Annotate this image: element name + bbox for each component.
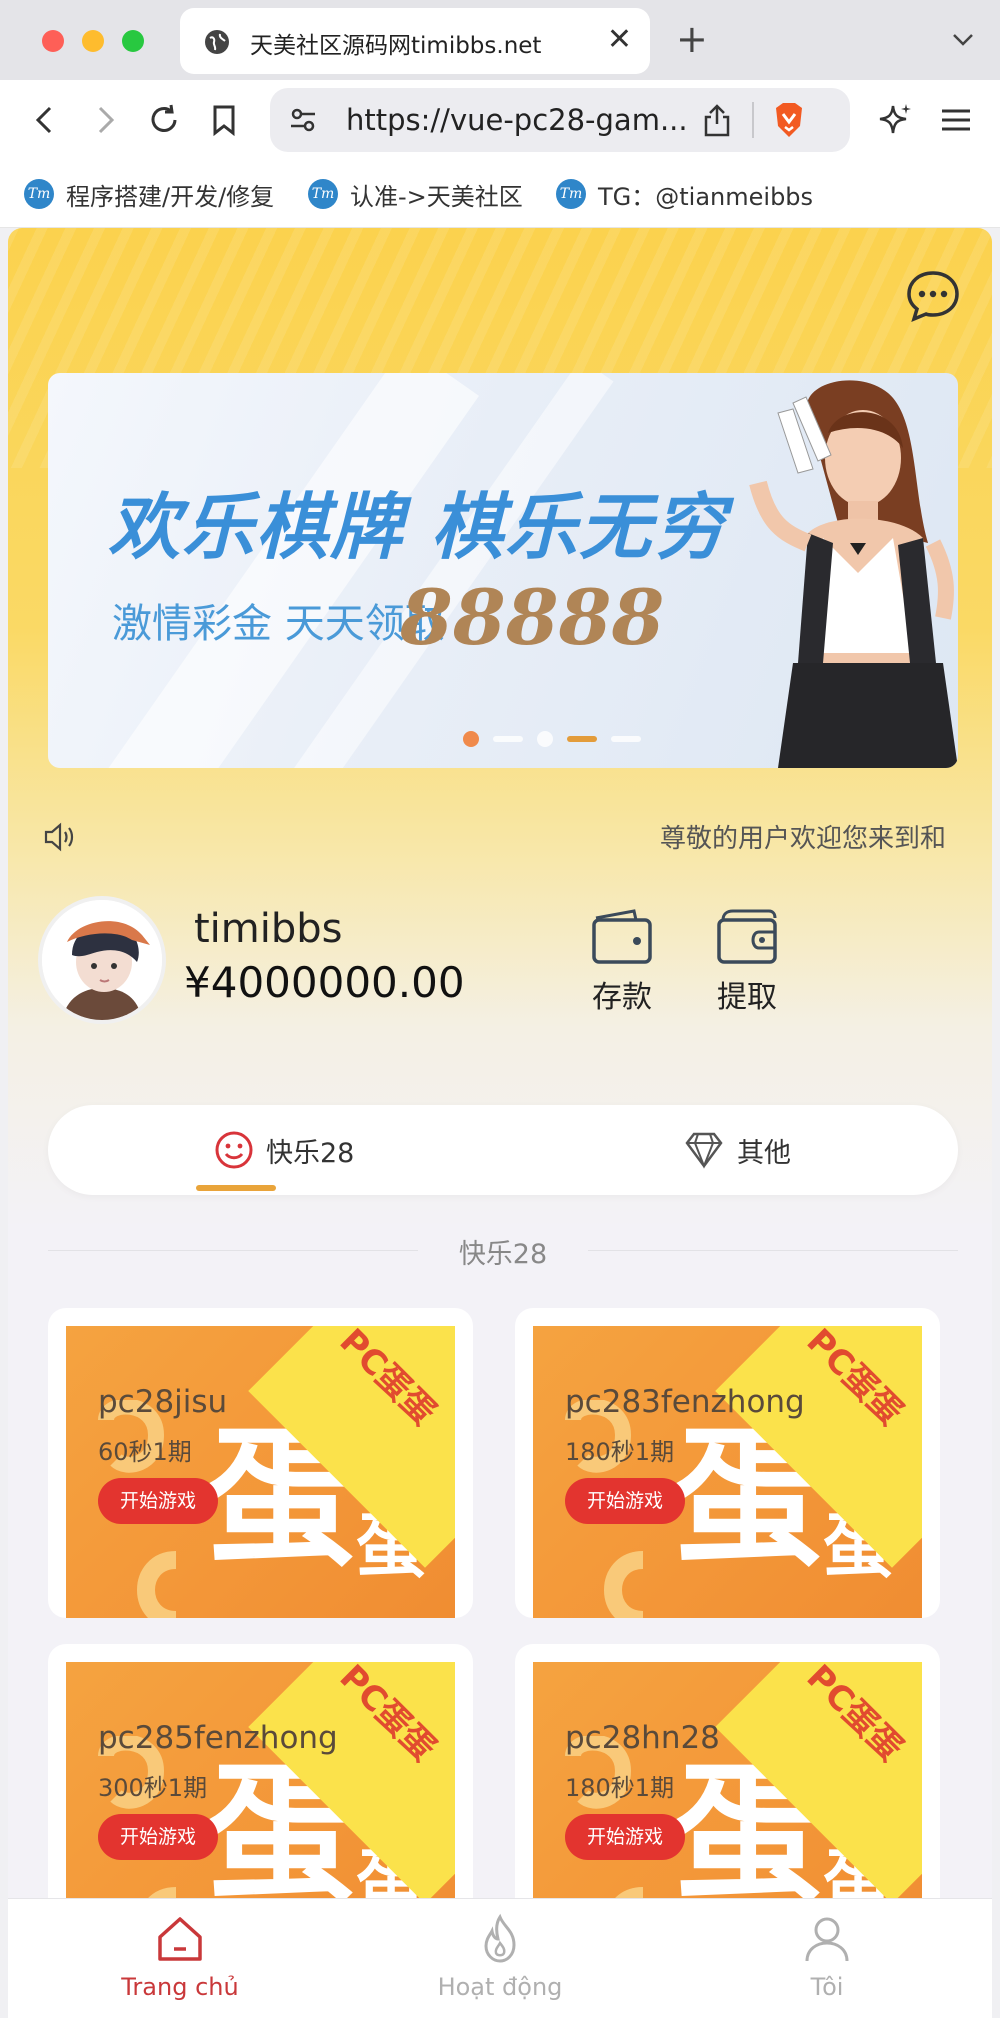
- tab-label: 快乐28: [266, 1137, 355, 1169]
- account-balance: ¥4000000.00: [184, 958, 465, 1007]
- tab-title: 天美社区源码网timibbs.net: [250, 33, 542, 59]
- carousel-dot[interactable]: [463, 731, 479, 747]
- username: timibbs: [194, 906, 343, 952]
- section-title: 快乐28: [458, 1239, 548, 1270]
- game-period: 300秒1期: [98, 1774, 208, 1802]
- browser-toolbar: https://vue-pc28-gam...: [0, 80, 1000, 160]
- avatar[interactable]: [38, 896, 166, 1024]
- game-period: 180秒1期: [565, 1438, 675, 1466]
- nav-label: Trang chủ: [121, 1973, 239, 2001]
- address-bar[interactable]: https://vue-pc28-gam...: [270, 88, 850, 152]
- active-tab-indicator: [196, 1185, 276, 1191]
- game-card[interactable]: 蛋 蛋 PC蛋蛋 pc28jisu 60秒1期 开始游戏: [48, 1308, 473, 1618]
- game-card[interactable]: 蛋 蛋 PC蛋蛋 pc283fenzhong 180秒1期 开始游戏: [515, 1308, 940, 1618]
- browser-tab-strip: 天美社区源码网timibbs.net ✕ +: [0, 0, 1000, 80]
- wallet-icon: [592, 909, 652, 964]
- site-settings-icon[interactable]: [288, 105, 318, 135]
- new-tab-icon[interactable]: +: [676, 18, 708, 60]
- tm-logo-icon: Tm: [24, 179, 54, 209]
- chat-bubble-icon[interactable]: [905, 268, 961, 324]
- banner-subline: 激情彩金 天天领取: [112, 601, 445, 647]
- sparkle-icon[interactable]: [878, 102, 914, 138]
- notice-marquee: 尊敬的用户欢迎您来到和: [660, 824, 947, 854]
- category-tabs: 快乐28 其他: [48, 1105, 958, 1195]
- bookmarks-bar: Tm 程序搭建/开发/修复 Tm 认准->天美社区 Tm TG：@tianmei…: [0, 160, 1000, 228]
- address-bar-divider: [752, 102, 754, 138]
- brave-shield-icon[interactable]: [770, 100, 808, 140]
- tab-kuaile28[interactable]: 快乐28: [214, 1105, 354, 1195]
- app-page: 欢乐棋牌 棋乐无穷 激情彩金 天天领取 88888 尊敬的用户欢迎您来到和 ti…: [8, 228, 992, 2018]
- carousel-dot[interactable]: [537, 731, 553, 747]
- carousel-dot[interactable]: [567, 736, 597, 742]
- game-period: 60秒1期: [98, 1438, 192, 1466]
- bookmark-item[interactable]: Tm 程序搭建/开发/修复: [24, 174, 274, 214]
- banner-model-illustration: [749, 380, 958, 768]
- home-icon: [158, 1917, 202, 1961]
- bookmark-label: TG：@tianmeibbs: [598, 182, 814, 211]
- start-game-button[interactable]: 开始游戏: [98, 1814, 219, 1860]
- window-minimize-button[interactable]: [82, 30, 104, 52]
- deposit-label: 存款: [592, 980, 652, 1015]
- start-game-button[interactable]: 开始游戏: [565, 1814, 686, 1860]
- game-name: pc28hn28: [565, 1720, 720, 1756]
- tm-logo-icon: Tm: [308, 179, 338, 209]
- game-name: pc285fenzhong: [98, 1720, 338, 1756]
- start-game-button[interactable]: 开始游戏: [565, 1478, 686, 1524]
- browser-tab-active[interactable]: 天美社区源码网timibbs.net ✕: [180, 8, 650, 74]
- bookmark-label: 认准->天美社区: [350, 182, 523, 211]
- window-close-button[interactable]: [42, 30, 64, 52]
- section-header: 快乐28: [48, 1230, 958, 1270]
- diamond-icon: [685, 1132, 723, 1169]
- smile-icon: [215, 1131, 253, 1169]
- forward-icon[interactable]: [86, 102, 122, 138]
- tab-other[interactable]: 其他: [683, 1105, 791, 1195]
- banner-headline: 欢乐棋牌 棋乐无穷: [108, 485, 728, 569]
- bookmark-item[interactable]: Tm TG：@tianmeibbs: [556, 174, 813, 214]
- globe-icon: [205, 30, 229, 54]
- wallet-icon: [717, 909, 777, 964]
- carousel-dot[interactable]: [493, 736, 523, 742]
- nav-home[interactable]: Trang chủ: [80, 1913, 280, 2013]
- bookmark-icon[interactable]: [206, 102, 242, 138]
- game-card-image: 蛋 蛋 PC蛋蛋 pc28jisu 60秒1期 开始游戏: [66, 1326, 455, 1618]
- user-icon: [805, 1917, 849, 1962]
- nav-activity[interactable]: Hoạt động: [400, 1913, 600, 2013]
- deposit-button[interactable]: 存款: [577, 908, 667, 1018]
- back-icon[interactable]: [28, 102, 64, 138]
- flame-icon: [484, 1913, 516, 1963]
- start-game-button[interactable]: 开始游戏: [98, 1478, 219, 1524]
- bookmark-label: 程序搭建/开发/修复: [66, 182, 275, 211]
- withdraw-label: 提取: [717, 980, 777, 1015]
- nav-me[interactable]: Tôi: [727, 1913, 927, 2013]
- bottom-navigation: Trang chủ Hoạt động Tôi: [8, 1898, 992, 2018]
- url-text[interactable]: https://vue-pc28-gam...: [346, 103, 688, 137]
- hamburger-menu-icon[interactable]: [938, 102, 974, 138]
- window-zoom-button[interactable]: [122, 30, 144, 52]
- bookmark-item[interactable]: Tm 认准->天美社区: [308, 174, 523, 214]
- tm-logo-icon: Tm: [556, 179, 586, 209]
- game-card-image: 蛋 蛋 PC蛋蛋 pc283fenzhong 180秒1期 开始游戏: [533, 1326, 922, 1618]
- tab-label: 其他: [737, 1137, 791, 1169]
- nav-label: Hoạt động: [437, 1973, 563, 2001]
- game-name: pc283fenzhong: [565, 1384, 805, 1420]
- game-period: 180秒1期: [565, 1774, 675, 1802]
- nav-label: Tôi: [810, 1973, 844, 2001]
- carousel-dot[interactable]: [611, 736, 641, 742]
- carousel-indicators: [463, 731, 641, 747]
- game-name: pc28jisu: [98, 1384, 228, 1420]
- promo-banner[interactable]: 欢乐棋牌 棋乐无穷 激情彩金 天天领取 88888: [48, 373, 958, 768]
- withdraw-button[interactable]: 提取: [702, 908, 792, 1018]
- avatar-illustration: [42, 900, 162, 1020]
- speaker-icon: [44, 822, 74, 852]
- reload-icon[interactable]: [146, 102, 182, 138]
- banner-number: 88888: [400, 573, 665, 662]
- chevron-down-icon[interactable]: [950, 26, 976, 52]
- tab-close-icon[interactable]: ✕: [607, 22, 632, 58]
- share-icon[interactable]: [700, 102, 734, 138]
